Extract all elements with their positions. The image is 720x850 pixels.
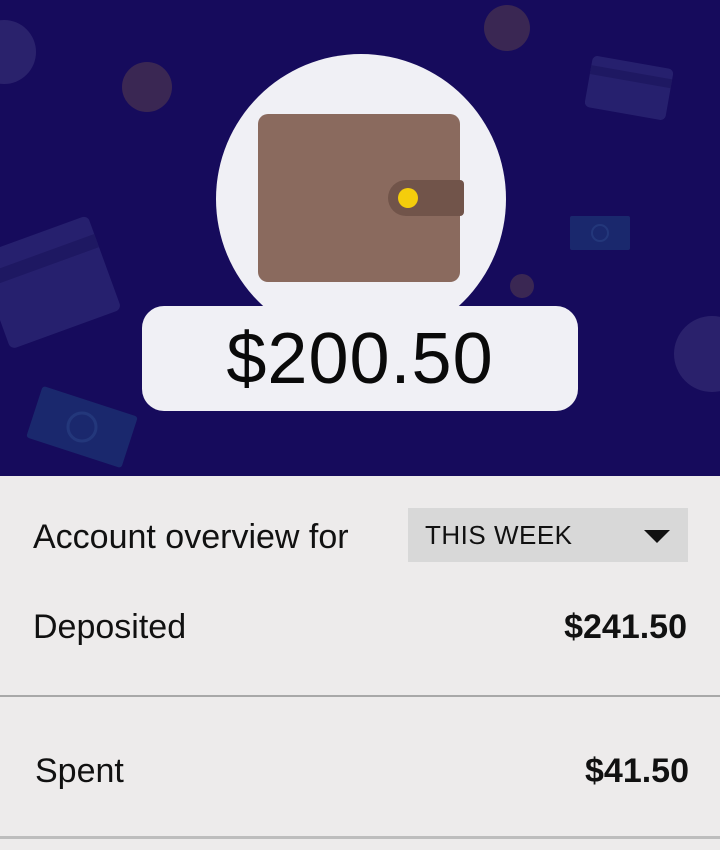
chevron-down-icon: [644, 530, 670, 543]
balance-amount: $200.50: [226, 318, 494, 399]
spent-label: Spent: [35, 752, 124, 790]
balance-header: $200.50: [0, 0, 720, 476]
deposited-value: $241.50: [564, 608, 687, 646]
period-selected-value: THIS WEEK: [425, 519, 573, 550]
account-overview: Account overview for THIS WEEK Deposited…: [0, 476, 720, 850]
divider: [0, 695, 720, 697]
period-dropdown[interactable]: THIS WEEK: [408, 508, 688, 562]
list-bottom-border: [0, 836, 720, 839]
wallet-button-dot: [398, 188, 418, 208]
deposited-label: Deposited: [33, 608, 187, 646]
overview-label: Account overview for: [33, 518, 349, 556]
balance-card: $200.50: [142, 306, 578, 411]
wallet-screen: $200.50 Account overview for THIS WEEK D…: [0, 0, 720, 850]
spent-value: $41.50: [585, 752, 689, 790]
